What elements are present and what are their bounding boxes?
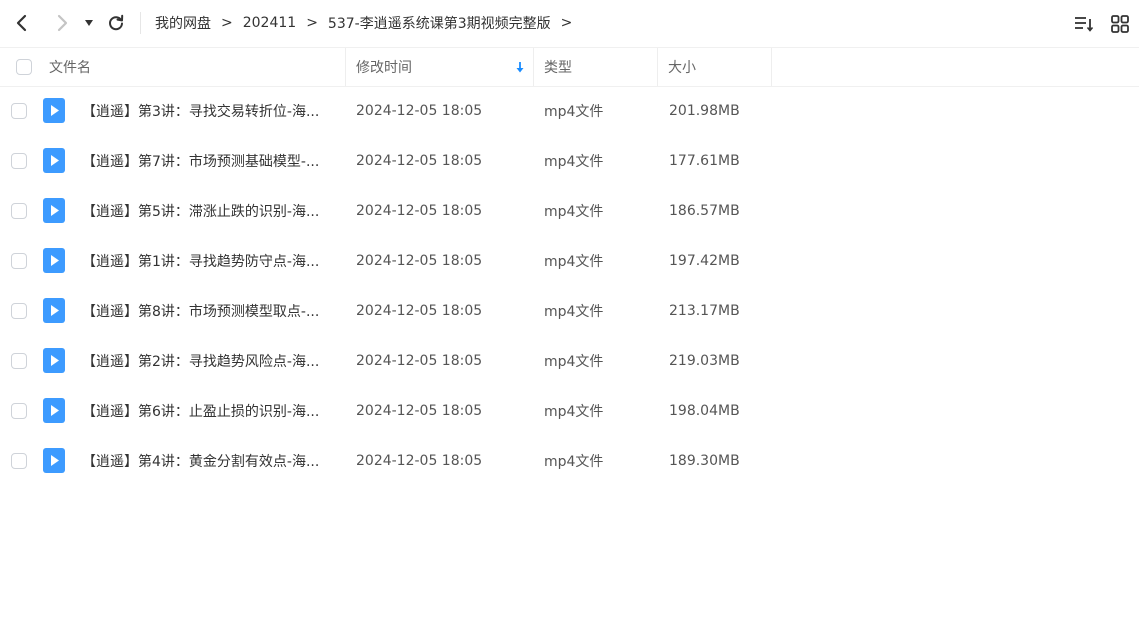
file-list-header: 文件名 修改时间 类型 大小 xyxy=(0,47,1139,87)
column-divider[interactable] xyxy=(771,48,772,86)
row-checkbox[interactable] xyxy=(11,103,27,119)
column-header-name[interactable]: 文件名 xyxy=(49,48,91,86)
row-checkbox[interactable] xyxy=(11,453,27,469)
file-list: 【逍遥】第3讲：寻找交易转折位-海... 2024-12-05 18:05 mp… xyxy=(0,86,1139,486)
file-row[interactable]: 【逍遥】第6讲：止盈止损的识别-海... 2024-12-05 18:05 mp… xyxy=(0,386,1139,436)
file-name[interactable]: 【逍遥】第1讲：寻找趋势防守点-海... xyxy=(82,236,338,286)
column-header-type-label: 类型 xyxy=(544,60,572,76)
file-name[interactable]: 【逍遥】第2讲：寻找趋势风险点-海... xyxy=(82,336,338,386)
breadcrumb-separator: > xyxy=(306,15,318,31)
breadcrumb-item-current[interactable]: 537-李逍遥系统课第3期视频完整版 xyxy=(328,13,551,33)
column-header-modified[interactable]: 修改时间 xyxy=(356,48,533,86)
breadcrumb-item-root[interactable]: 我的网盘 xyxy=(155,13,211,33)
file-size: 219.03MB xyxy=(669,353,740,369)
file-name[interactable]: 【逍遥】第7讲：市场预测基础模型-... xyxy=(82,136,338,186)
file-row[interactable]: 【逍遥】第8讲：市场预测模型取点-... 2024-12-05 18:05 mp… xyxy=(0,286,1139,336)
breadcrumb-separator: > xyxy=(221,15,233,31)
caret-down-icon xyxy=(85,20,93,26)
forward-button[interactable] xyxy=(51,12,73,34)
file-type: mp4文件 xyxy=(544,104,604,120)
breadcrumb-separator: > xyxy=(560,15,573,31)
column-header-size-label: 大小 xyxy=(668,60,696,76)
file-size: 201.98MB xyxy=(669,103,740,119)
file-row[interactable]: 【逍遥】第4讲：黄金分割有效点-海... 2024-12-05 18:05 mp… xyxy=(0,436,1139,486)
column-divider[interactable] xyxy=(345,48,346,86)
column-divider[interactable] xyxy=(657,48,658,86)
file-row[interactable]: 【逍遥】第3讲：寻找交易转折位-海... 2024-12-05 18:05 mp… xyxy=(0,86,1139,136)
file-type: mp4文件 xyxy=(544,304,604,320)
file-size: 189.30MB xyxy=(669,453,740,469)
file-type: mp4文件 xyxy=(544,404,604,420)
file-modified-time: 2024-12-05 18:05 xyxy=(356,253,483,269)
video-file-icon xyxy=(43,248,65,273)
file-size: 186.57MB xyxy=(669,203,740,219)
video-file-icon xyxy=(43,98,65,123)
refresh-button[interactable] xyxy=(105,12,127,34)
column-header-size[interactable]: 大小 xyxy=(668,48,696,86)
refresh-icon xyxy=(109,14,124,31)
file-name[interactable]: 【逍遥】第8讲：市场预测模型取点-... xyxy=(82,286,338,336)
file-modified-time: 2024-12-05 18:05 xyxy=(356,353,483,369)
file-modified-time: 2024-12-05 18:05 xyxy=(356,303,483,319)
file-type: mp4文件 xyxy=(544,204,604,220)
file-type: mp4文件 xyxy=(544,254,604,270)
row-checkbox[interactable] xyxy=(11,203,27,219)
breadcrumb: 我的网盘 > 202411 > 537-李逍遥系统课第3期视频完整版 > xyxy=(155,0,582,46)
file-size: 198.04MB xyxy=(669,403,740,419)
file-size: 177.61MB xyxy=(669,153,740,169)
back-button[interactable] xyxy=(11,12,33,34)
file-type: mp4文件 xyxy=(544,454,604,470)
chevron-right-icon xyxy=(57,14,68,32)
video-file-icon xyxy=(43,398,65,423)
file-row[interactable]: 【逍遥】第2讲：寻找趋势风险点-海... 2024-12-05 18:05 mp… xyxy=(0,336,1139,386)
file-modified-time: 2024-12-05 18:05 xyxy=(356,403,483,419)
file-modified-time: 2024-12-05 18:05 xyxy=(356,153,483,169)
select-all-checkbox[interactable] xyxy=(16,59,32,75)
file-name[interactable]: 【逍遥】第5讲：滞涨止跌的识别-海... xyxy=(82,186,338,236)
row-checkbox[interactable] xyxy=(11,303,27,319)
chevron-left-icon xyxy=(16,14,27,32)
sort-descending-icon xyxy=(516,62,524,73)
column-header-name-label: 文件名 xyxy=(49,60,91,76)
video-file-icon xyxy=(43,448,65,473)
breadcrumb-item-folder[interactable]: 202411 xyxy=(243,15,296,31)
toolbar-divider xyxy=(140,12,141,34)
file-type: mp4文件 xyxy=(544,354,604,370)
file-modified-time: 2024-12-05 18:05 xyxy=(356,203,483,219)
file-row[interactable]: 【逍遥】第5讲：滞涨止跌的识别-海... 2024-12-05 18:05 mp… xyxy=(0,186,1139,236)
grid-view-icon[interactable] xyxy=(1110,14,1130,34)
file-name[interactable]: 【逍遥】第6讲：止盈止损的识别-海... xyxy=(82,386,338,436)
row-checkbox[interactable] xyxy=(11,403,27,419)
file-size: 197.42MB xyxy=(669,253,740,269)
column-header-modified-label: 修改时间 xyxy=(356,60,412,76)
video-file-icon xyxy=(43,348,65,373)
sort-list-icon[interactable] xyxy=(1074,14,1094,34)
file-size: 213.17MB xyxy=(669,303,740,319)
file-row[interactable]: 【逍遥】第7讲：市场预测基础模型-... 2024-12-05 18:05 mp… xyxy=(0,136,1139,186)
select-all-cell xyxy=(16,48,32,86)
video-file-icon xyxy=(43,148,65,173)
row-checkbox[interactable] xyxy=(11,153,27,169)
file-modified-time: 2024-12-05 18:05 xyxy=(356,103,483,119)
file-type: mp4文件 xyxy=(544,154,604,170)
file-name[interactable]: 【逍遥】第3讲：寻找交易转折位-海... xyxy=(82,86,338,136)
column-header-type[interactable]: 类型 xyxy=(544,48,572,86)
video-file-icon xyxy=(43,198,65,223)
file-modified-time: 2024-12-05 18:05 xyxy=(356,453,483,469)
file-name[interactable]: 【逍遥】第4讲：黄金分割有效点-海... xyxy=(82,436,338,486)
history-dropdown-button[interactable] xyxy=(79,12,99,34)
top-toolbar: 我的网盘 > 202411 > 537-李逍遥系统课第3期视频完整版 > xyxy=(0,0,1139,46)
video-file-icon xyxy=(43,298,65,323)
file-row[interactable]: 【逍遥】第1讲：寻找趋势防守点-海... 2024-12-05 18:05 mp… xyxy=(0,236,1139,286)
row-checkbox[interactable] xyxy=(11,253,27,269)
row-checkbox[interactable] xyxy=(11,353,27,369)
column-divider[interactable] xyxy=(533,48,534,86)
